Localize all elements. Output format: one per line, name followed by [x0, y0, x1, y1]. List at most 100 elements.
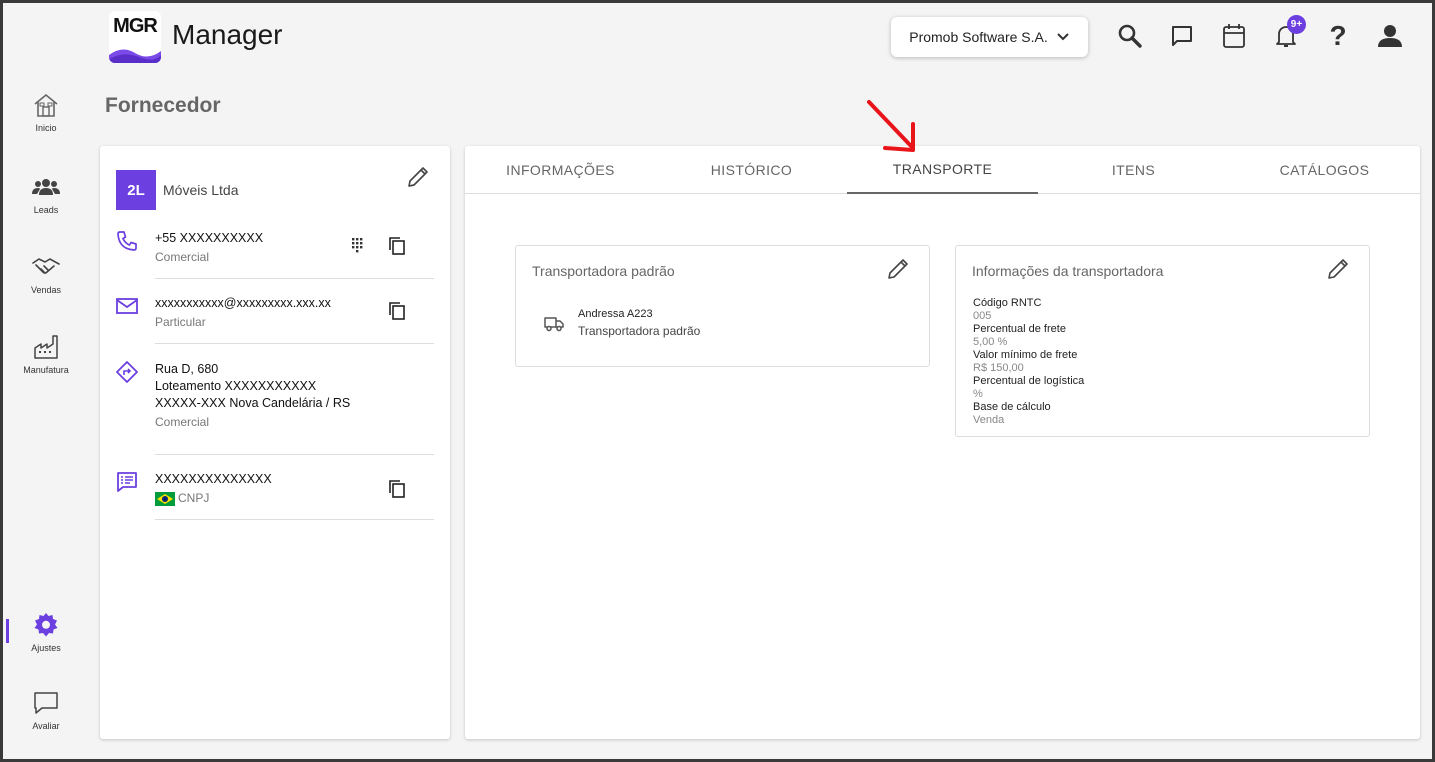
- sidebar-active-indicator: [6, 619, 9, 643]
- mail-icon: [116, 298, 138, 314]
- address-line1: Rua D, 680: [155, 362, 219, 376]
- carrier-description: Transportadora padrão: [578, 324, 701, 338]
- address-row: Rua D, 680 Loteamento XXXXXXXXXXX XXXXX-…: [116, 361, 434, 441]
- search-button[interactable]: [1115, 21, 1145, 51]
- phone-row: +55 XXXXXXXXXX Comercial: [116, 230, 434, 280]
- document-icon: [117, 472, 137, 492]
- details-panel: INFORMAÇÕES HISTÓRICO TRANSPORTE ITENS C…: [465, 146, 1420, 739]
- copy-phone-button[interactable]: [388, 236, 410, 258]
- directions-icon: [116, 361, 138, 383]
- carrier-info-title: Informações da transportadora: [972, 263, 1164, 279]
- edit-supplier-button[interactable]: [405, 164, 431, 190]
- sidebar-item-leads[interactable]: Leads: [17, 173, 75, 215]
- field-value: %: [973, 388, 983, 400]
- supplier-name: Móveis Ltda: [163, 182, 239, 198]
- tab-informacoes[interactable]: INFORMAÇÕES: [465, 146, 656, 194]
- copy-icon: [389, 480, 405, 498]
- supplier-avatar: 2L: [116, 170, 156, 210]
- tab-historico[interactable]: HISTÓRICO: [656, 146, 847, 194]
- logo-text: MGR: [113, 15, 158, 37]
- field-value: 005: [973, 310, 992, 322]
- default-carrier-card: Transportadora padrão Andressa A223 Tran…: [515, 245, 930, 367]
- default-carrier-title: Transportadora padrão: [532, 263, 675, 279]
- phone-icon: [117, 231, 137, 251]
- calendar-button[interactable]: [1219, 21, 1249, 51]
- sidebar-item-inicio[interactable]: Inicio: [17, 91, 75, 133]
- tab-bar: INFORMAÇÕES HISTÓRICO TRANSPORTE ITENS C…: [465, 146, 1420, 194]
- email-row: xxxxxxxxxxx@xxxxxxxxx.xxx.xx Particular: [116, 295, 434, 345]
- divider: [155, 343, 434, 344]
- help-button[interactable]: ?: [1323, 20, 1353, 51]
- messages-button[interactable]: [1167, 21, 1197, 51]
- chevron-down-icon: [1057, 33, 1069, 41]
- sidebar-item-label: Inicio: [35, 123, 57, 133]
- profile-button[interactable]: [1375, 21, 1405, 51]
- phone-type: Comercial: [155, 250, 210, 264]
- field-label: Base de cálculo: [973, 401, 1051, 413]
- sidebar-item-vendas[interactable]: Vendas: [17, 253, 75, 295]
- copy-document-button[interactable]: [388, 479, 410, 501]
- sidebar-item-ajustes[interactable]: Ajustes: [17, 611, 75, 653]
- edit-default-carrier-button[interactable]: [885, 256, 911, 282]
- notifications-button[interactable]: 9+: [1271, 15, 1306, 51]
- pencil-icon: [408, 167, 428, 187]
- copy-icon: [389, 302, 405, 320]
- document-value: XXXXXXXXXXXXXX: [155, 472, 272, 486]
- tab-itens[interactable]: ITENS: [1038, 146, 1229, 194]
- field-value: R$ 150,00: [973, 362, 1024, 374]
- field-label: Percentual de logística: [973, 375, 1085, 387]
- home-icon: [34, 93, 58, 117]
- sidebar-item-avaliar[interactable]: Avaliar: [17, 689, 75, 731]
- app-title: Manager: [172, 19, 283, 50]
- field-label: Código RNTC: [973, 297, 1042, 309]
- field-value: Venda: [973, 414, 1005, 426]
- carrier-info-card: Informações da transportadora Código RNT…: [955, 245, 1370, 437]
- company-select[interactable]: Promob Software S.A.: [891, 17, 1088, 57]
- copy-email-button[interactable]: [388, 301, 410, 323]
- carrier-name: Andressa A223: [578, 308, 653, 320]
- pencil-icon: [1328, 259, 1348, 279]
- divider: [155, 278, 434, 279]
- tab-catalogos[interactable]: CATÁLOGOS: [1229, 146, 1420, 194]
- field-label: Percentual de frete: [973, 323, 1066, 335]
- calendar-icon: [1223, 24, 1245, 48]
- logo-wave-icon: [109, 49, 161, 63]
- phone-value: +55 XXXXXXXXXX: [155, 231, 264, 245]
- document-type: CNPJ: [178, 491, 210, 505]
- gear-icon: [34, 613, 58, 637]
- sidebar-item-label: Avaliar: [32, 721, 60, 731]
- search-icon: [1118, 24, 1142, 48]
- help-icon: ?: [1329, 20, 1347, 51]
- brazil-flag-icon: [155, 491, 175, 506]
- email-value: xxxxxxxxxxx@xxxxxxxxx.xxx.xx: [155, 296, 331, 310]
- sidebar-item-label: Leads: [33, 205, 59, 215]
- email-type: Particular: [155, 315, 206, 329]
- divider: [155, 454, 434, 455]
- user-icon: [1378, 25, 1402, 47]
- sidebar-item-manufatura[interactable]: Manufatura: [17, 333, 75, 375]
- chat-icon: [1172, 26, 1192, 46]
- address-line3: XXXXX-XXX Nova Candelária / RS: [155, 396, 351, 410]
- document-row: XXXXXXXXXXXXXX CNPJ: [116, 471, 434, 521]
- feedback-icon: [34, 692, 58, 714]
- sidebar-item-label: Manufatura: [23, 365, 69, 375]
- field-label: Valor mínimo de frete: [973, 349, 1078, 361]
- app-logo[interactable]: MGR: [109, 11, 161, 63]
- notification-badge: 9+: [1287, 15, 1306, 34]
- pencil-icon: [888, 259, 908, 279]
- company-select-label: Promob Software S.A.: [909, 29, 1048, 45]
- dial-button[interactable]: [349, 236, 371, 258]
- annotation-arrow-icon: [867, 100, 915, 152]
- carrier-info-list: Código RNTC 005 Percentual de frete 5,00…: [973, 297, 1084, 427]
- sidebar-item-label: Vendas: [30, 285, 62, 295]
- truck-icon: [544, 317, 564, 332]
- dialpad-icon: [352, 238, 363, 253]
- group-icon: [32, 179, 60, 195]
- divider: [155, 519, 434, 520]
- copy-icon: [389, 237, 405, 255]
- factory-icon: [34, 335, 58, 359]
- address-type: Comercial: [155, 415, 210, 429]
- edit-carrier-info-button[interactable]: [1325, 256, 1351, 282]
- address-line2: Loteamento XXXXXXXXXXX: [155, 379, 317, 393]
- handshake-icon: [32, 258, 60, 274]
